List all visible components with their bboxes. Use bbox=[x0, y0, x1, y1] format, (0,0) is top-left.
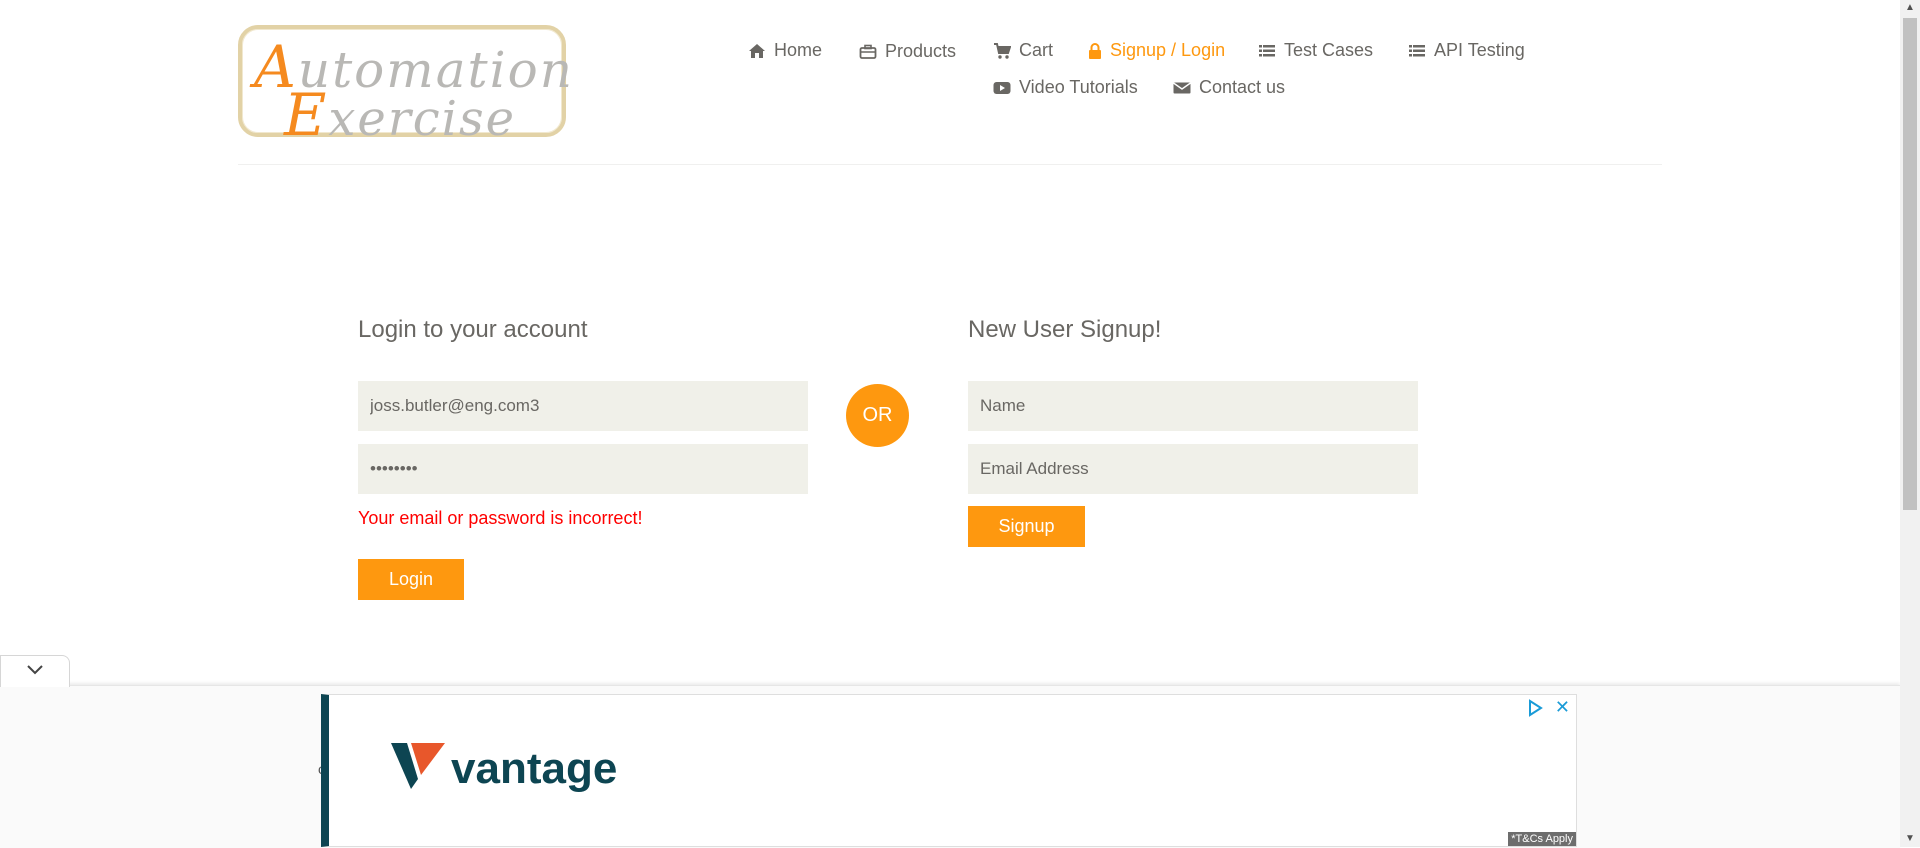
ad-tcs-label: *T&Cs Apply bbox=[1508, 832, 1576, 846]
nav-signup-login-label: Signup / Login bbox=[1110, 40, 1226, 60]
nav-home[interactable]: Home bbox=[748, 40, 822, 61]
nav-products[interactable]: Products bbox=[859, 41, 956, 62]
nav-contact-us-label: Contact us bbox=[1199, 77, 1286, 97]
login-error-message: Your email or password is incorrect! bbox=[358, 508, 643, 528]
nav-products-label: Products bbox=[885, 41, 957, 61]
chevron-down-icon bbox=[25, 663, 45, 681]
login-button[interactable]: Login bbox=[358, 559, 464, 600]
cart-icon bbox=[993, 42, 1012, 60]
scroll-down-arrow-icon[interactable]: ▼ bbox=[1900, 831, 1920, 847]
nav-cart-label: Cart bbox=[1019, 40, 1054, 60]
login-password-input[interactable] bbox=[358, 444, 808, 494]
vantage-v-icon bbox=[391, 741, 445, 796]
youtube-icon bbox=[993, 79, 1011, 97]
nav-test-cases[interactable]: Test Cases bbox=[1258, 40, 1373, 61]
vantage-brand-text: vantage bbox=[451, 743, 618, 793]
nav-signup-login[interactable]: Signup / Login bbox=[1088, 40, 1225, 61]
home-icon bbox=[748, 42, 766, 60]
nav-home-label: Home bbox=[774, 40, 823, 60]
signup-email-input[interactable] bbox=[968, 444, 1418, 494]
login-title: Login to your account bbox=[358, 316, 588, 343]
nav-video-tutorials-label: Video Tutorials bbox=[1019, 77, 1138, 97]
nav-contact-us[interactable]: Contact us bbox=[1173, 77, 1285, 98]
ad-collapse-toggle[interactable] bbox=[0, 655, 70, 687]
nav-api-testing[interactable]: API Testing bbox=[1408, 40, 1525, 61]
header-divider bbox=[238, 164, 1662, 165]
signup-button[interactable]: Signup bbox=[968, 506, 1085, 547]
scroll-thumb[interactable] bbox=[1903, 18, 1917, 510]
envelope-icon bbox=[1173, 79, 1191, 97]
lock-icon bbox=[1088, 42, 1102, 60]
signup-name-input[interactable] bbox=[968, 381, 1418, 431]
page-scrollbar[interactable]: ▲ ▼ bbox=[1900, 0, 1920, 847]
nav-test-cases-label: Test Cases bbox=[1284, 40, 1374, 60]
scroll-up-arrow-icon[interactable]: ▲ bbox=[1900, 0, 1920, 16]
vantage-logo[interactable]: vantage bbox=[391, 741, 617, 796]
products-icon bbox=[859, 43, 877, 61]
main-nav: Home Products Cart Signup / Login Test C… bbox=[0, 0, 1920, 110]
ad-frame[interactable]: vantage ✕ *T&Cs Apply bbox=[321, 694, 1577, 847]
signup-title: New User Signup! bbox=[968, 316, 1162, 343]
or-divider-badge: OR bbox=[846, 384, 909, 447]
ad-close-icon[interactable]: ✕ bbox=[1555, 697, 1570, 718]
nav-video-tutorials[interactable]: Video Tutorials bbox=[993, 77, 1138, 98]
nav-api-testing-label: API Testing bbox=[1434, 40, 1525, 60]
list-icon bbox=[1408, 42, 1426, 60]
nav-cart[interactable]: Cart bbox=[993, 40, 1053, 61]
list-icon bbox=[1258, 42, 1276, 60]
adchoices-icon[interactable] bbox=[1526, 699, 1544, 717]
login-email-input[interactable] bbox=[358, 381, 808, 431]
